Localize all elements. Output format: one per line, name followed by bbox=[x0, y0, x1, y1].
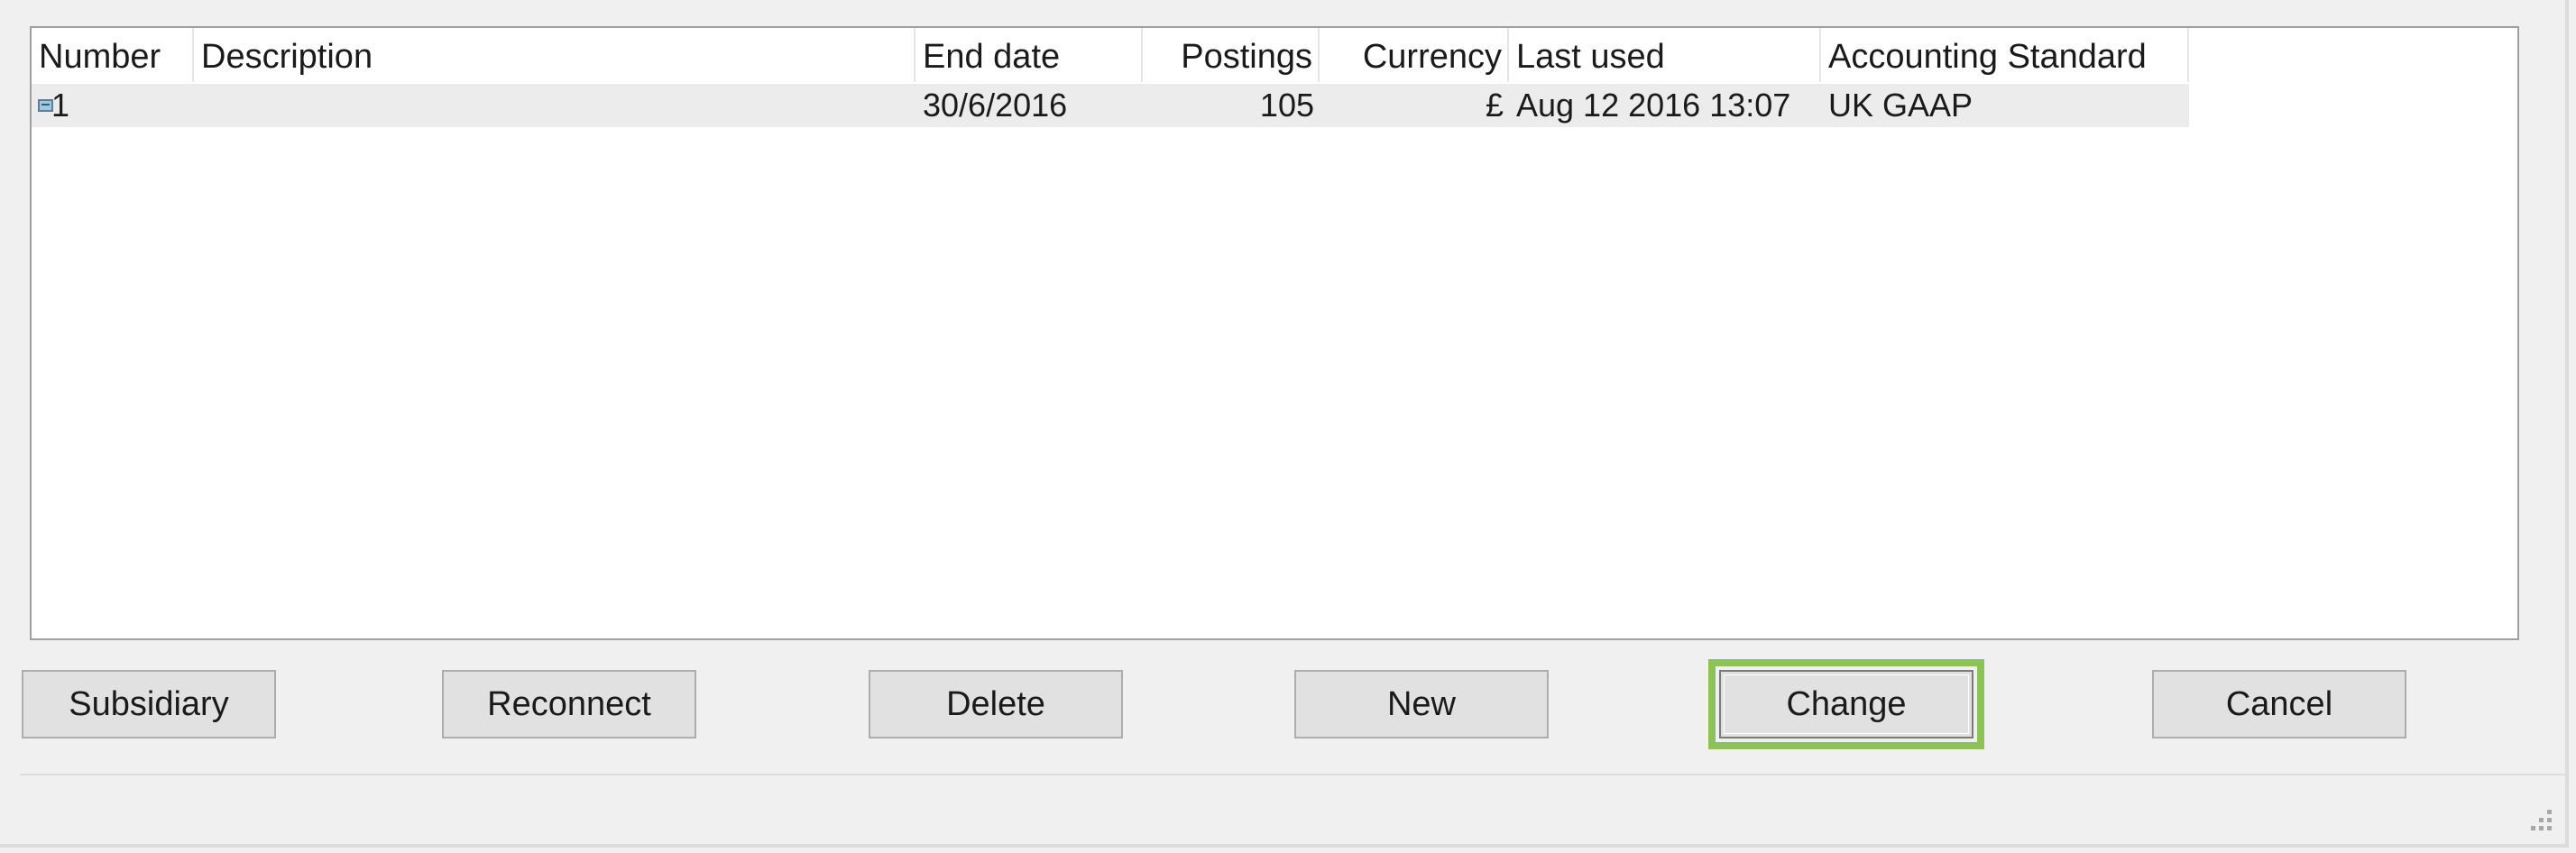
column-header-currency[interactable]: Currency bbox=[1320, 28, 1509, 82]
status-bar-divider bbox=[20, 774, 2565, 775]
cell-currency: £ bbox=[1485, 87, 1504, 124]
column-header-number[interactable]: Number bbox=[32, 28, 194, 82]
column-header-end-date[interactable]: End date bbox=[915, 28, 1143, 82]
column-header-postings[interactable]: Postings bbox=[1143, 28, 1320, 82]
cell-description bbox=[194, 84, 915, 127]
list-header: Number Description End date Postings Cur… bbox=[32, 28, 2189, 82]
delete-button[interactable]: Delete bbox=[869, 670, 1123, 738]
cell-postings: 105 bbox=[1259, 87, 1314, 124]
column-header-last-used[interactable]: Last used bbox=[1509, 28, 1821, 82]
cell-accounting-standard: UK GAAP bbox=[1828, 87, 1973, 124]
new-button[interactable]: New bbox=[1294, 670, 1549, 738]
cell-end-date: 30/6/2016 bbox=[923, 87, 1068, 124]
column-header-accounting-standard[interactable]: Accounting Standard bbox=[1821, 28, 2189, 82]
resize-grip-icon[interactable] bbox=[2531, 810, 2553, 831]
dialog-window: Number Description End date Postings Cur… bbox=[0, 0, 2569, 848]
table-row[interactable]: 1 30/6/2016 105 £ Aug 12 2016 13:07 UK G… bbox=[32, 84, 2189, 127]
cell-last-used: Aug 12 2016 13:07 bbox=[1516, 87, 1791, 124]
column-header-description[interactable]: Description bbox=[194, 28, 915, 82]
reconnect-button[interactable]: Reconnect bbox=[442, 670, 696, 738]
change-button[interactable]: Change bbox=[1708, 659, 1984, 749]
subsidiary-button[interactable]: Subsidiary bbox=[22, 670, 276, 738]
cell-number: 1 bbox=[51, 87, 70, 124]
company-list[interactable]: Number Description End date Postings Cur… bbox=[30, 26, 2519, 640]
cancel-button[interactable]: Cancel bbox=[2152, 670, 2406, 738]
